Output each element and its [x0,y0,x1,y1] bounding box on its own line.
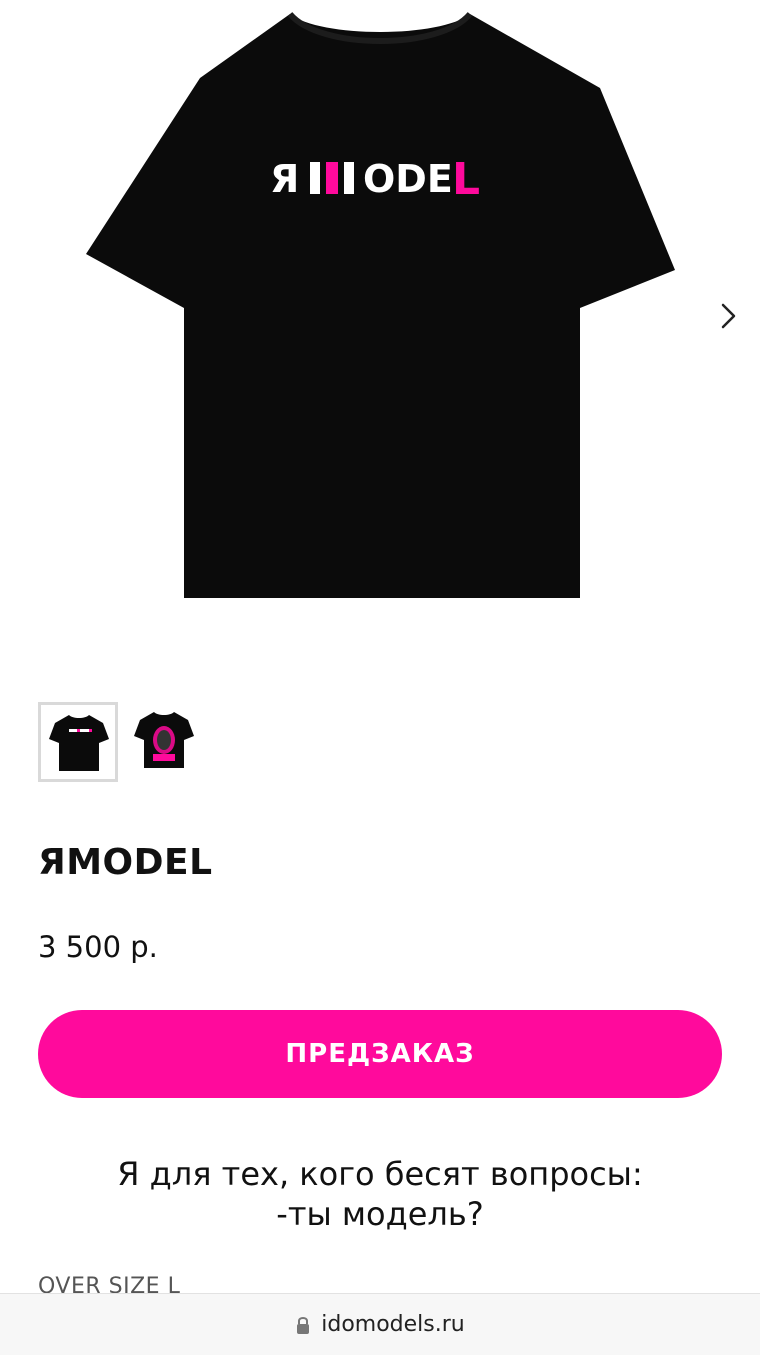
thumbnail-back-print[interactable] [38,702,118,782]
product-price: 3 500 р. [38,930,158,964]
svg-text:L: L [452,154,480,205]
preorder-label: ПРЕДЗАКАЗ [285,1039,475,1069]
lock-icon [297,1316,310,1334]
svg-text:Я: Я [270,157,299,201]
product-description: Я для тех, кого бесят вопросы: -ты модел… [0,1154,760,1234]
product-title: ЯMODEL [38,842,213,883]
thumbnail-image [49,715,109,771]
svg-text:ODE: ODE [363,157,453,201]
product-gallery: Я ODE L [0,0,760,640]
thumbnail-front-print[interactable] [126,702,206,782]
chevron-right-icon[interactable] [712,300,744,332]
thumbnail-image [134,712,194,768]
tshirt-main-image: Я ODE L [86,11,675,598]
preorder-button[interactable]: ПРЕДЗАКАЗ [38,1010,722,1098]
description-line-2: -ты модель? [276,1195,484,1233]
browser-url-bar[interactable]: idomodels.ru [0,1293,760,1355]
description-line-1: Я для тех, кого бесят вопросы: [117,1155,643,1193]
url-text: idomodels.ru [321,1312,465,1337]
